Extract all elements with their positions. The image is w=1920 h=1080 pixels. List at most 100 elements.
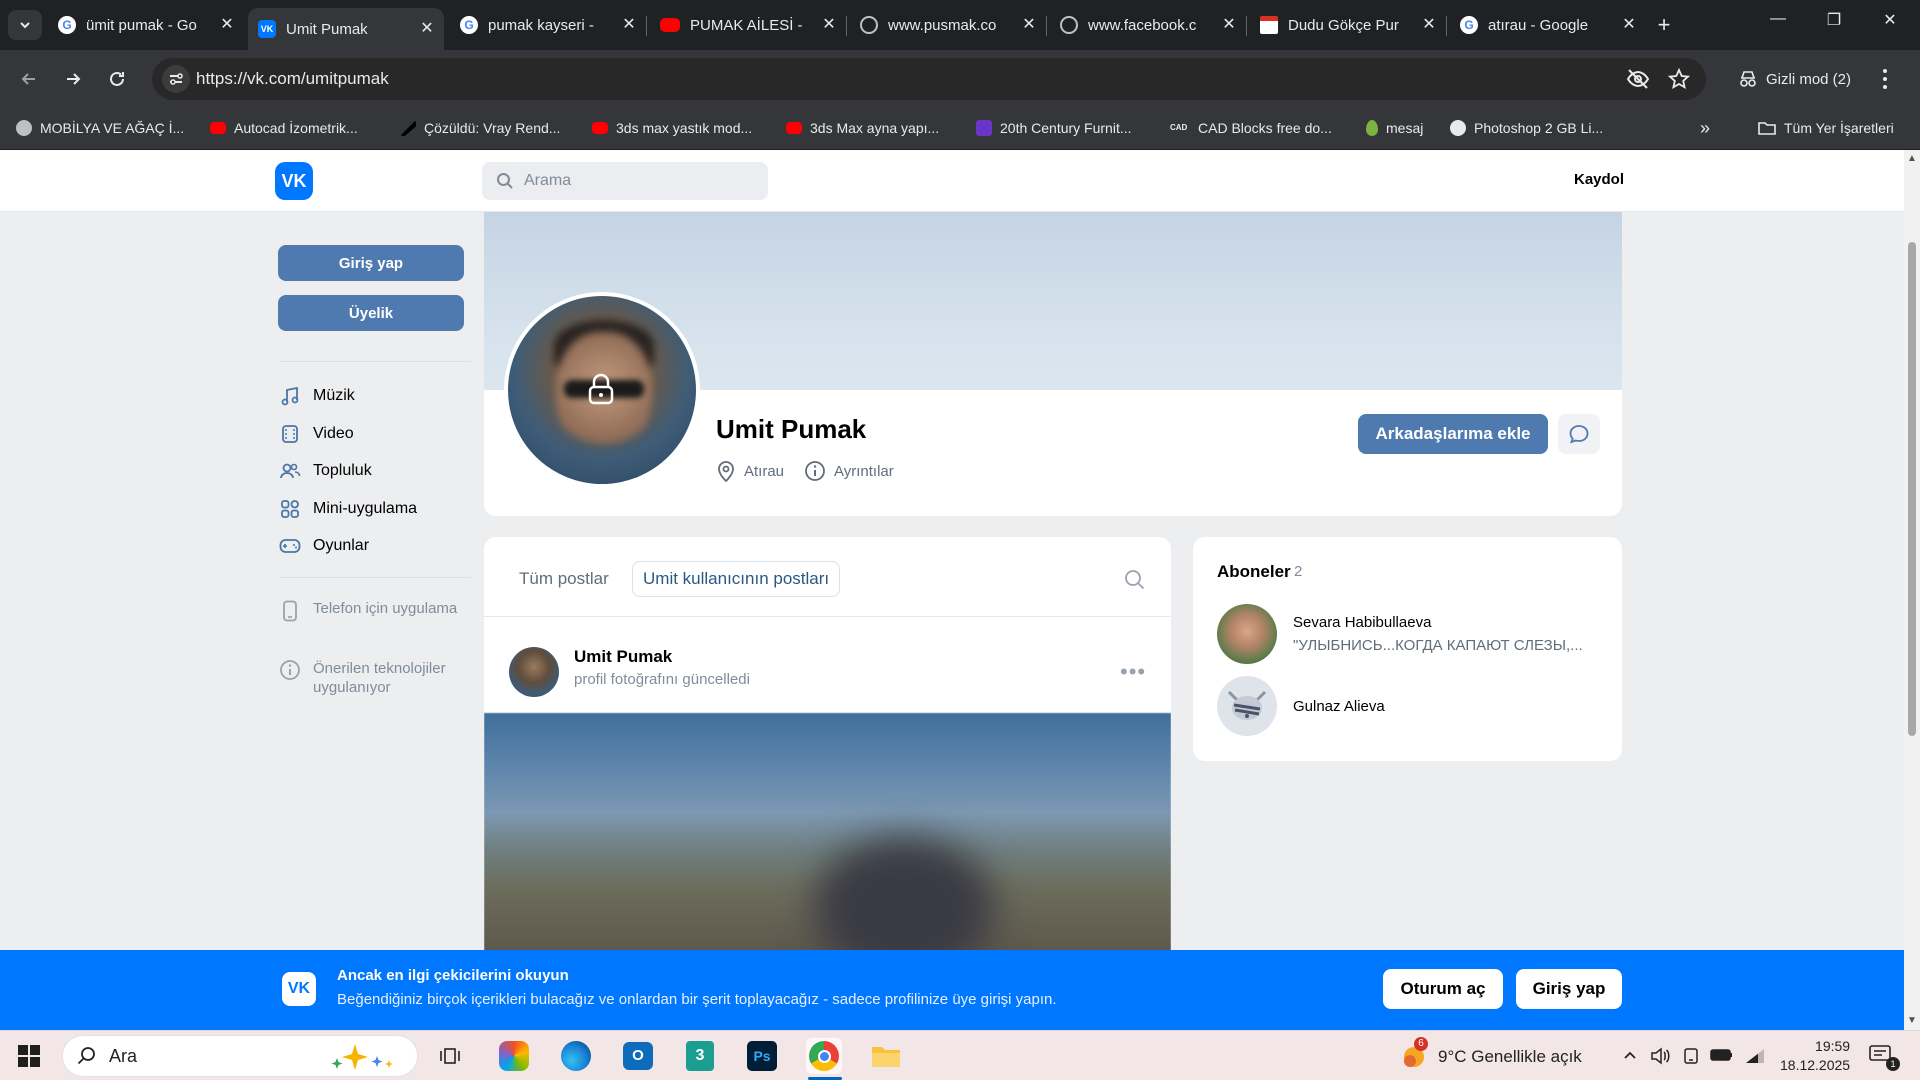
photoshop-icon[interactable]: Ps bbox=[744, 1038, 780, 1074]
profile-details-link[interactable]: Ayrıntılar bbox=[804, 460, 894, 482]
back-button[interactable] bbox=[14, 64, 44, 94]
chrome-icon[interactable] bbox=[806, 1038, 842, 1074]
edge-icon[interactable] bbox=[558, 1038, 594, 1074]
tab-facebook[interactable]: www.facebook.c ✕ bbox=[1050, 8, 1246, 42]
nav-item-music[interactable]: Müzik bbox=[279, 385, 355, 407]
tab-pusmak[interactable]: www.pusmak.co ✕ bbox=[850, 8, 1046, 42]
close-tab-icon[interactable]: ✕ bbox=[820, 16, 838, 34]
posts-search-icon[interactable] bbox=[1124, 569, 1146, 591]
volume-icon[interactable] bbox=[1650, 1047, 1670, 1065]
new-tab-button[interactable]: + bbox=[1652, 12, 1676, 38]
bookmark-item[interactable]: 3ds Max ayna yapı... bbox=[786, 120, 939, 136]
site-info-icon[interactable] bbox=[162, 65, 190, 93]
bookmark-item[interactable]: Çözüldü: Vray Rend... bbox=[400, 120, 560, 136]
bookmark-star-icon[interactable] bbox=[1668, 68, 1690, 90]
copilot-sparkle-icon bbox=[325, 1042, 405, 1072]
vk-logo: VK bbox=[282, 972, 316, 1006]
nav-item-games[interactable]: Oyunlar bbox=[279, 535, 369, 557]
close-tab-icon[interactable]: ✕ bbox=[418, 20, 436, 38]
page-scrollbar[interactable]: ▲ ▼ bbox=[1904, 150, 1920, 1030]
profile-city[interactable]: Atırau bbox=[716, 460, 784, 482]
vk-search-input[interactable]: Arama bbox=[482, 162, 768, 200]
tab-user-posts[interactable]: Umit kullanıcının postları bbox=[632, 561, 841, 597]
post-author-name[interactable]: Umit Pumak bbox=[574, 647, 672, 667]
url-text[interactable]: https://vk.com/umitpumak bbox=[196, 69, 389, 89]
bookmark-item[interactable]: MOBİLYA VE AĞAÇ İ... bbox=[16, 120, 184, 136]
all-bookmarks-button[interactable]: Tüm Yer İşaretleri bbox=[1758, 120, 1894, 136]
scroll-thumb[interactable] bbox=[1908, 242, 1916, 736]
tab-umit-pumak-google[interactable]: G ümit pumak - Go ✕ bbox=[48, 8, 244, 42]
close-tab-icon[interactable]: ✕ bbox=[620, 16, 638, 34]
membership-button[interactable]: Üyelik bbox=[278, 295, 464, 331]
post-image[interactable] bbox=[484, 713, 1171, 950]
close-tab-icon[interactable]: ✕ bbox=[1020, 16, 1038, 34]
battery-icon[interactable] bbox=[1710, 1047, 1734, 1063]
scroll-down-icon[interactable]: ▼ bbox=[1907, 1016, 1917, 1026]
bookmark-item[interactable]: CAD CAD Blocks free do... bbox=[1170, 120, 1332, 136]
subscribers-title[interactable]: Aboneler bbox=[1217, 562, 1291, 582]
tab-atirau-google[interactable]: G atırau - Google ✕ bbox=[1450, 8, 1646, 42]
apps-icon bbox=[279, 498, 301, 520]
add-friend-button[interactable]: Arkadaşlarıma ekle bbox=[1358, 414, 1548, 454]
3ds-max-icon[interactable]: 3 bbox=[682, 1038, 718, 1074]
nav-item-mini-apps[interactable]: Mini-uygulama bbox=[279, 498, 417, 520]
weather-widget[interactable]: 6 9°C Genellikle açık bbox=[1400, 1037, 1582, 1071]
nav-item-video[interactable]: Video bbox=[279, 423, 354, 445]
outlook-icon[interactable]: O bbox=[620, 1038, 656, 1074]
recommended-tech-link[interactable]: Önerilen teknolojiler uygulanıyor bbox=[279, 659, 475, 697]
subscriber-item[interactable]: Gulnaz Alieva bbox=[1217, 676, 1385, 736]
taskbar-search[interactable]: Ara bbox=[62, 1035, 418, 1077]
tab-dudu-gokce[interactable]: Dudu Gökçe Pur ✕ bbox=[1250, 8, 1446, 42]
reload-button[interactable] bbox=[102, 64, 132, 94]
file-explorer-icon[interactable] bbox=[868, 1038, 904, 1074]
open-session-button[interactable]: Oturum aç bbox=[1383, 969, 1503, 1009]
post-author-avatar[interactable] bbox=[509, 647, 559, 697]
eye-off-icon[interactable] bbox=[1626, 68, 1650, 90]
bookmark-item[interactable]: 3ds max yastık mod... bbox=[592, 120, 752, 136]
tab-search-button[interactable] bbox=[8, 10, 42, 40]
close-window-button[interactable]: ✕ bbox=[1868, 10, 1912, 30]
login-button[interactable]: Giriş yap bbox=[278, 245, 464, 281]
address-bar[interactable]: https://vk.com/umitpumak bbox=[152, 58, 1706, 100]
close-tab-icon[interactable]: ✕ bbox=[1620, 16, 1638, 34]
cad-icon: CAD bbox=[1170, 120, 1190, 136]
bookmarks-overflow-icon[interactable]: » bbox=[1700, 118, 1710, 139]
bookmark-item[interactable]: mesaj bbox=[1366, 120, 1423, 136]
tab-all-posts[interactable]: Tüm postlar bbox=[509, 561, 619, 597]
bookmark-item[interactable]: Photoshop 2 GB Li... bbox=[1450, 120, 1603, 136]
tab-umit-pumak-vk[interactable]: VK Umit Pumak ✕ bbox=[248, 8, 444, 50]
bookmarks-bar: MOBİLYA VE AĞAÇ İ... Autocad İzometrik..… bbox=[0, 108, 1920, 150]
incognito-indicator[interactable]: Gizli mod (2) bbox=[1722, 58, 1867, 100]
profile-avatar[interactable] bbox=[504, 292, 700, 488]
globe-icon bbox=[860, 16, 878, 34]
nav-item-community[interactable]: Topluluk bbox=[279, 460, 372, 482]
phone-app-link[interactable]: Telefon için uygulama bbox=[279, 600, 457, 622]
weather-icon: 6 bbox=[1400, 1037, 1428, 1071]
tab-pumak-ailesi[interactable]: PUMAK AİLESİ - ✕ bbox=[650, 8, 846, 42]
copilot-icon[interactable] bbox=[496, 1038, 532, 1074]
tab-pumak-kayseri[interactable]: G pumak kayseri - ✕ bbox=[450, 8, 646, 42]
restore-button[interactable]: ❐ bbox=[1812, 10, 1856, 30]
bookmark-item[interactable]: 20th Century Furnit... bbox=[976, 120, 1132, 136]
system-clock[interactable]: 19:59 18.12.2025 bbox=[1780, 1037, 1850, 1075]
more-options-icon[interactable]: ••• bbox=[1120, 659, 1146, 685]
bookmark-item[interactable]: Autocad İzometrik... bbox=[210, 120, 358, 136]
phone-icon bbox=[279, 600, 301, 622]
windows-start-icon[interactable] bbox=[18, 1045, 40, 1067]
task-view-icon[interactable] bbox=[432, 1038, 468, 1074]
close-tab-icon[interactable]: ✕ bbox=[1220, 16, 1238, 34]
signup-link[interactable]: Kaydol bbox=[1574, 171, 1624, 188]
wifi-icon[interactable] bbox=[1744, 1047, 1766, 1065]
chevron-up-icon[interactable] bbox=[1622, 1047, 1638, 1063]
banner-login-button[interactable]: Giriş yap bbox=[1516, 969, 1622, 1009]
scroll-up-icon[interactable]: ▲ bbox=[1907, 154, 1917, 164]
forward-button[interactable] bbox=[58, 64, 88, 94]
device-icon[interactable] bbox=[1682, 1047, 1700, 1065]
close-tab-icon[interactable]: ✕ bbox=[1420, 16, 1438, 34]
close-tab-icon[interactable]: ✕ bbox=[218, 16, 236, 34]
more-menu-icon[interactable] bbox=[1882, 68, 1888, 90]
minimize-button[interactable]: — bbox=[1756, 10, 1800, 28]
message-button[interactable] bbox=[1558, 414, 1600, 454]
vk-logo[interactable]: VK bbox=[275, 162, 313, 200]
subscriber-item[interactable]: Sevara Habibullaeva "УЛЫБНИСЬ...КОГДА КА… bbox=[1217, 604, 1583, 664]
